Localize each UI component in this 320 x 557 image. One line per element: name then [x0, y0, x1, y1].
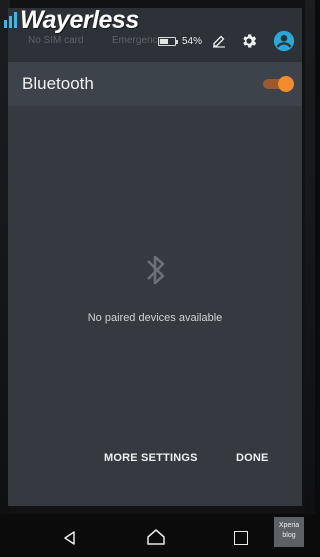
page-title: Bluetooth	[22, 74, 94, 93]
edit-icon[interactable]	[212, 34, 226, 48]
done-button[interactable]: DONE	[236, 452, 269, 464]
gear-icon[interactable]	[240, 32, 258, 50]
battery-percent: 54%	[182, 36, 203, 47]
carrier-text: Emergency	[112, 35, 163, 46]
watermark-line-2: blog	[282, 532, 296, 539]
xperia-blog-watermark: Xperia blog	[274, 517, 304, 547]
watermark-line-1: Xperia	[278, 522, 300, 529]
battery-icon	[158, 37, 178, 46]
sim-status-text: No SIM card	[28, 35, 84, 46]
screen: No SIM card Emergency 54% Wayerless Blue…	[0, 0, 315, 557]
signal-bars-icon	[4, 12, 17, 28]
bluetooth-toggle[interactable]	[263, 76, 297, 92]
empty-state-message: No paired devices available	[87, 312, 223, 324]
more-settings-button[interactable]: MORE SETTINGS	[104, 452, 198, 464]
brand-text: Wayerless	[20, 5, 139, 34]
brand-watermark-logo: Wayerless	[4, 6, 139, 34]
home-icon[interactable]	[146, 528, 166, 546]
dialog-actions: MORE SETTINGS DONE	[8, 452, 302, 472]
bluetooth-icon	[147, 255, 165, 285]
recent-apps-icon[interactable]	[234, 531, 248, 545]
navigation-bar	[0, 514, 315, 557]
background-edge-right	[305, 0, 315, 557]
back-icon[interactable]	[62, 530, 78, 546]
account-icon[interactable]	[273, 30, 295, 52]
toggle-thumb	[278, 76, 294, 92]
paired-devices-area: No paired devices available MORE SETTING…	[8, 106, 302, 506]
bluetooth-header: Bluetooth	[8, 62, 302, 106]
